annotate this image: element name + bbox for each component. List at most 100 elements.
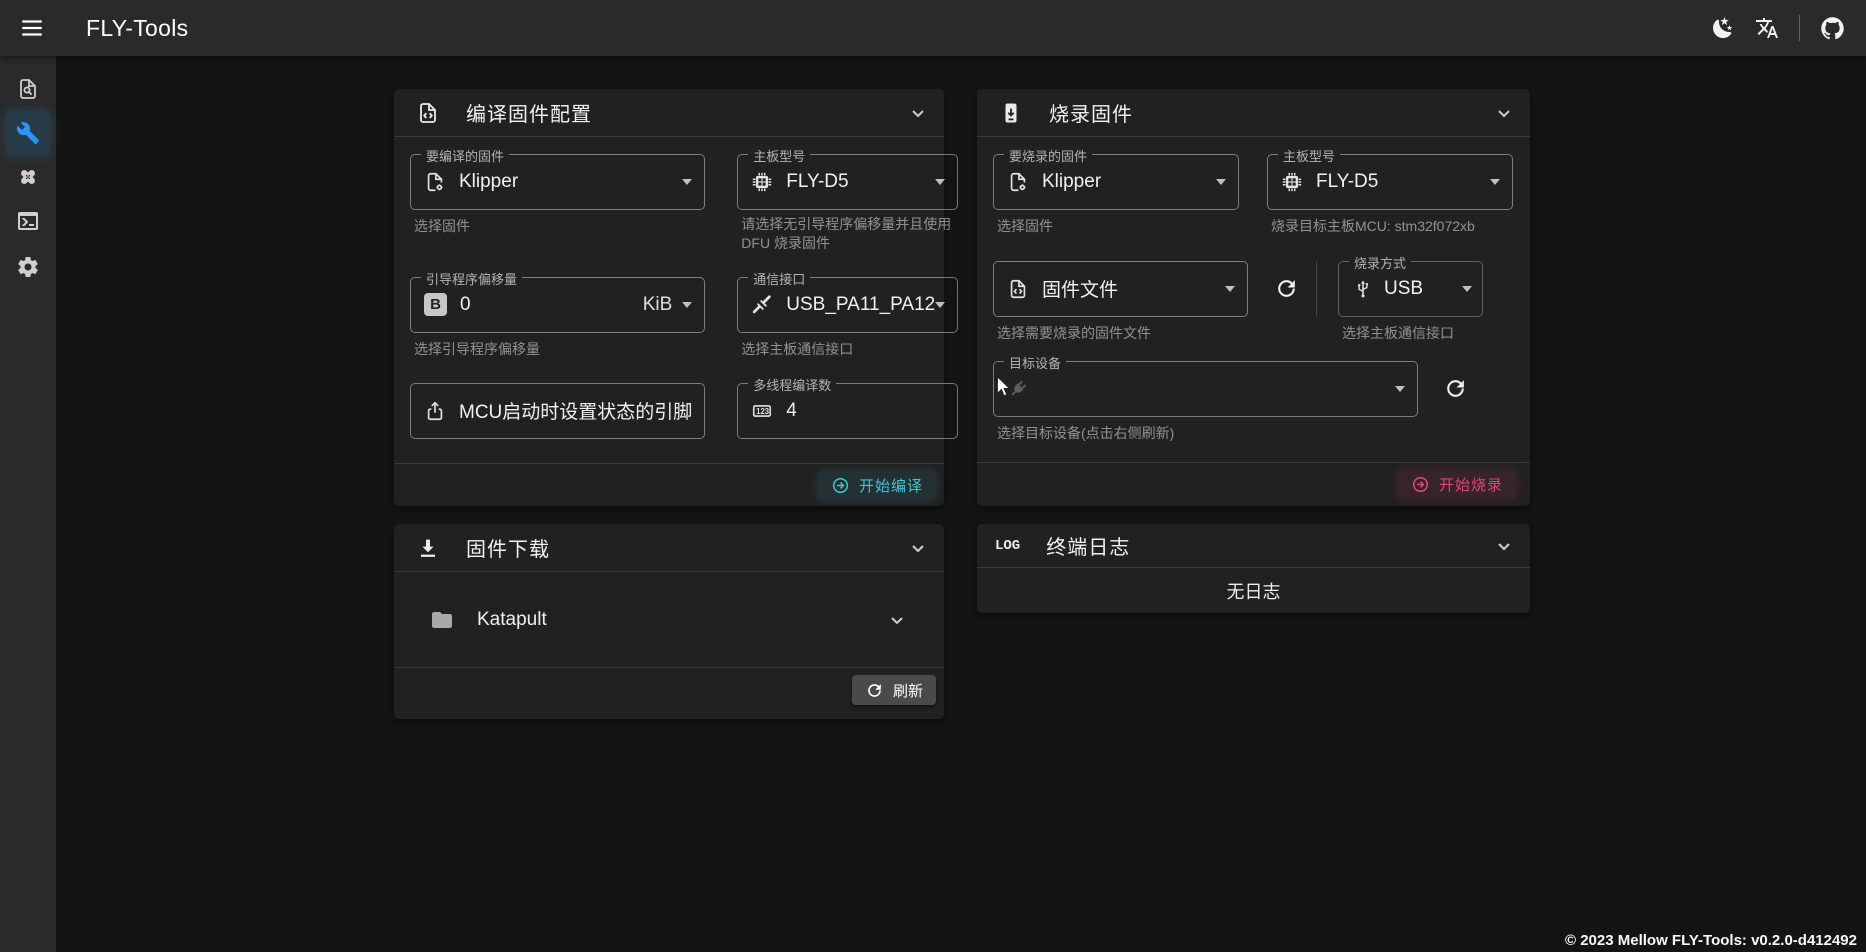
compile-config-card: 编译固件配置 要编译的固件 Kl: [394, 89, 944, 506]
flash-board-select[interactable]: 主板型号 FLY-D5: [1267, 154, 1513, 210]
compile-card-header[interactable]: 编译固件配置: [394, 89, 944, 137]
flash-method-select[interactable]: 烧录方式 USB: [1338, 261, 1483, 317]
compile-card-actions: 开始编译: [394, 463, 944, 507]
language-button[interactable]: [1745, 6, 1789, 50]
download-card-header[interactable]: 固件下载: [394, 524, 944, 572]
log-card-header[interactable]: LOG 终端日志: [977, 524, 1530, 568]
console-icon: [16, 209, 40, 233]
alpha-b-box-icon: B: [424, 293, 447, 316]
menu-down-icon: [1462, 286, 1472, 292]
firmware-file-select[interactable]: 固件文件: [993, 261, 1248, 317]
flash-card-title: 烧录固件: [1049, 98, 1133, 127]
start-compile-button[interactable]: 开始编译: [818, 471, 936, 500]
field-label: 目标设备: [1004, 353, 1066, 372]
wrench-icon: [16, 121, 40, 145]
field-suffix: KiB: [643, 294, 673, 316]
threads-field[interactable]: 多线程编译数 123 4: [737, 383, 958, 439]
sidebar-rail: [0, 56, 56, 952]
folder-icon: [430, 608, 454, 632]
comm-interface-select[interactable]: 通信接口 USB_PA11_PA12: [737, 277, 958, 333]
flash-card-header[interactable]: 烧录固件: [977, 89, 1530, 137]
field-value: 固件文件: [1042, 275, 1225, 302]
file-cog-icon: [1007, 171, 1029, 193]
file-search-icon: [16, 77, 40, 101]
katapult-expansion-panel[interactable]: Katapult: [394, 572, 944, 668]
refresh-button[interactable]: 刷新: [852, 675, 936, 705]
chevron-down-icon[interactable]: [1492, 101, 1516, 125]
field-label: 要编译的固件: [421, 146, 509, 165]
field-hint: 烧录目标主板MCU: stm32f072xb: [1271, 217, 1513, 236]
sidebar-item-compile-tools[interactable]: [6, 111, 50, 155]
field-hint: 选择固件: [414, 217, 705, 236]
field-value: USB: [1384, 278, 1462, 300]
menu-down-icon: [1225, 286, 1235, 292]
katapult-label: Katapult: [477, 609, 547, 631]
field-hint: 选择固件: [997, 217, 1239, 236]
field-hint: 选择主板通信接口: [741, 340, 958, 359]
field-hint: 请选择无引导程序偏移量并且使用DFU 烧录固件: [741, 215, 958, 253]
flash-firmware-select[interactable]: 要烧录的固件 Klipper: [993, 154, 1239, 210]
chip-icon: [1281, 171, 1303, 193]
chevron-down-icon[interactable]: [906, 536, 930, 560]
menu-down-icon: [682, 302, 692, 308]
start-flash-button[interactable]: 开始烧录: [1398, 470, 1516, 499]
field-label: 主板型号: [1278, 146, 1340, 165]
menu-down-icon: [935, 302, 945, 308]
sidebar-item-file-search[interactable]: [6, 67, 50, 111]
log-icon: LOG: [995, 538, 1020, 554]
start-compile-label: 开始编译: [859, 475, 923, 496]
vertical-divider: [1316, 261, 1317, 317]
download-icon: [416, 536, 440, 560]
pipe-icon: [751, 294, 773, 316]
field-hint: 选择引导程序偏移量: [414, 340, 705, 359]
bandage-icon: [16, 165, 40, 189]
export-icon: [424, 400, 446, 422]
refresh-file-list-button[interactable]: [1268, 271, 1304, 307]
boot-pins-select[interactable]: MCU启动时设置状态的引脚: [410, 383, 705, 439]
log-card-title: 终端日志: [1046, 531, 1130, 560]
refresh-label: 刷新: [893, 680, 923, 701]
file-code-icon: [1007, 278, 1029, 300]
field-label: 要烧录的固件: [1004, 146, 1092, 165]
power-plug-icon: [1007, 378, 1029, 400]
target-device-select[interactable]: 目标设备: [993, 361, 1418, 417]
hamburger-menu-button[interactable]: [8, 4, 56, 52]
field-label: 引导程序偏移量: [421, 269, 522, 288]
chip-icon: [751, 171, 773, 193]
app-root: FLY-Tools: [0, 0, 1866, 952]
refresh-icon: [1274, 276, 1299, 301]
chevron-down-icon[interactable]: [906, 101, 930, 125]
arrow-right-circle-icon: [1411, 475, 1430, 494]
file-code-icon: [416, 101, 440, 125]
field-value: Klipper: [1042, 171, 1216, 193]
chevron-down-icon: [885, 608, 909, 632]
cellphone-arrow-down-icon: [999, 101, 1023, 125]
dark-mode-moon-icon: [1711, 16, 1735, 40]
download-card-actions: 刷新: [394, 668, 944, 712]
field-hint: 选择目标设备(点击右侧刷新): [997, 424, 1418, 443]
firmware-download-card: 固件下载 Katapult 刷新: [394, 524, 944, 719]
flash-card-body: 要烧录的固件 Klipper 选择固件 主板型: [977, 137, 1530, 462]
bootloader-offset-field[interactable]: 引导程序偏移量 B 0 KiB: [410, 277, 705, 333]
compile-board-select[interactable]: 主板型号 FLY-D5: [737, 154, 958, 210]
counter-icon: 123: [751, 400, 773, 422]
field-value: 0: [460, 294, 643, 316]
flash-firmware-card: 烧录固件 要烧录的固件 Klipper: [977, 89, 1530, 506]
chevron-down-icon[interactable]: [1492, 534, 1516, 558]
sidebar-item-patch[interactable]: [6, 155, 50, 199]
copyright-text: © 2023 Mellow FLY-Tools: v0.2.0-d412492: [1565, 932, 1857, 949]
field-label: 主板型号: [748, 146, 810, 165]
refresh-device-list-button[interactable]: [1437, 371, 1473, 407]
compile-firmware-select[interactable]: 要编译的固件 Klipper: [410, 154, 705, 210]
file-cog-icon: [424, 171, 446, 193]
appbar-divider: [1799, 15, 1800, 41]
svg-text:123: 123: [756, 407, 770, 416]
dark-mode-toggle-button[interactable]: [1701, 6, 1745, 50]
sidebar-item-terminal[interactable]: [6, 199, 50, 243]
usb-icon: [1352, 278, 1374, 300]
github-button[interactable]: [1810, 6, 1854, 50]
refresh-icon: [1443, 376, 1468, 401]
menu-down-icon: [682, 179, 692, 185]
field-value: Klipper: [459, 171, 682, 193]
sidebar-item-settings[interactable]: [6, 245, 50, 289]
